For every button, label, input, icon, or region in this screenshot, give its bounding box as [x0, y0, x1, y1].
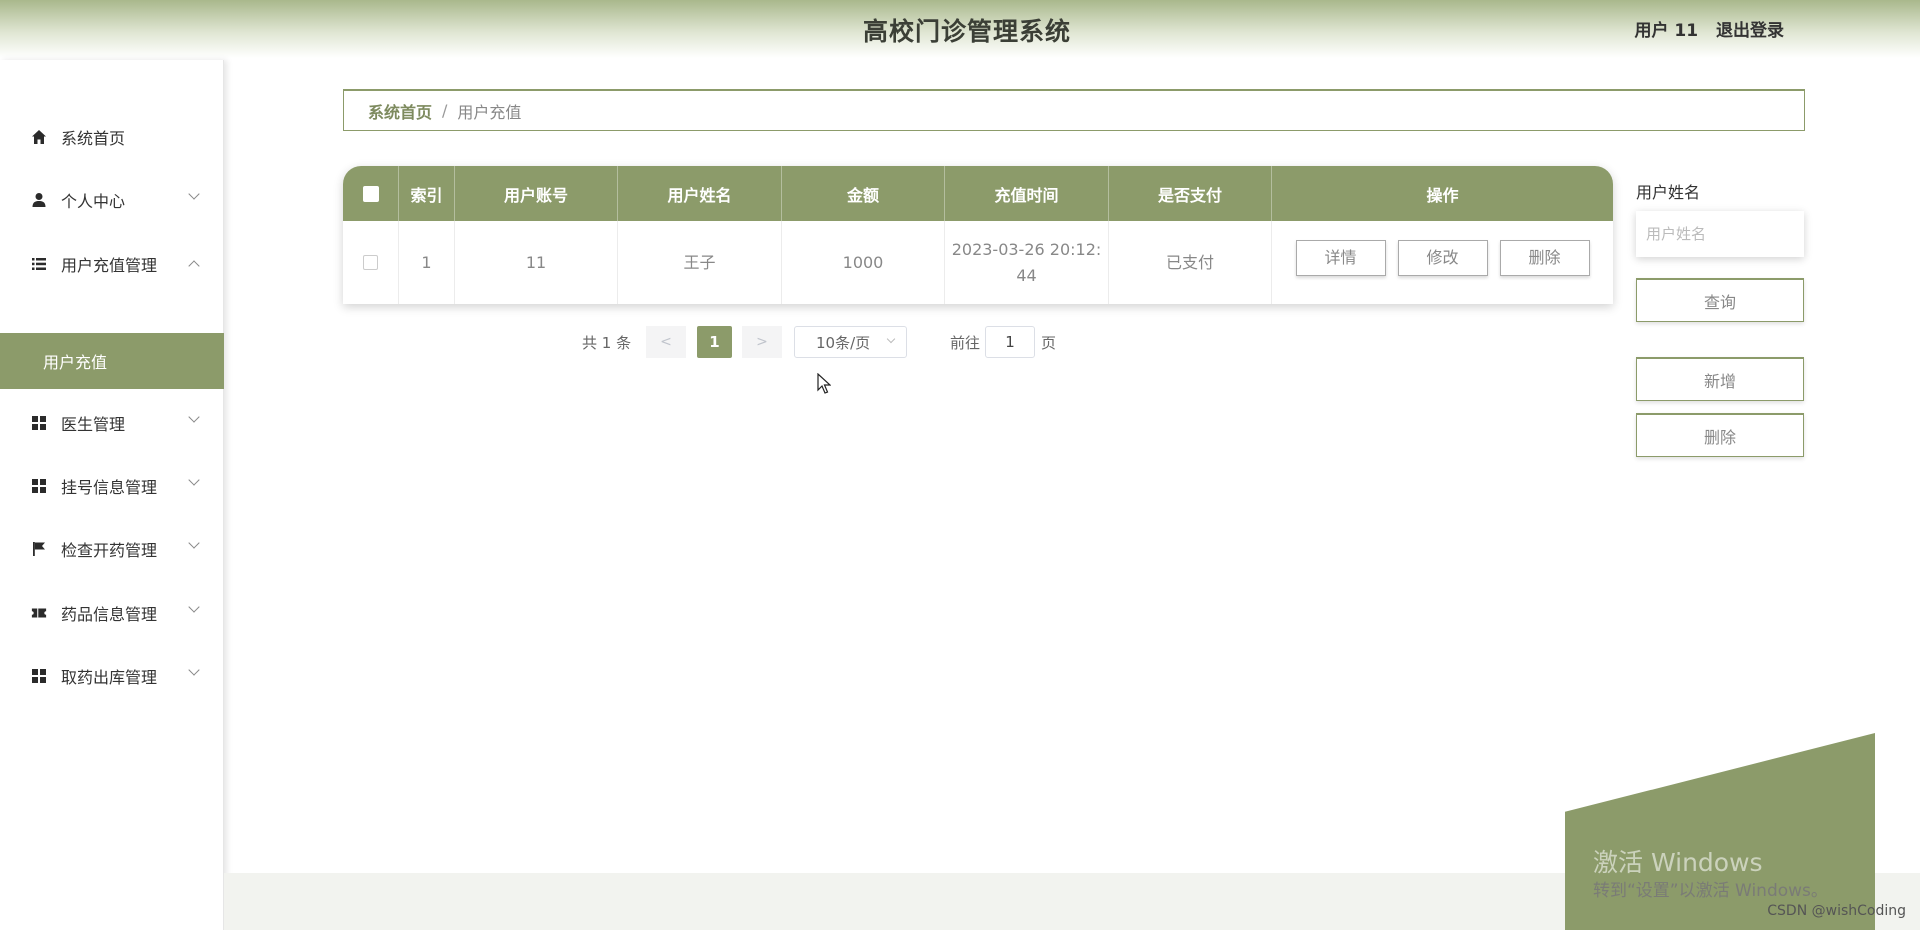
flag-icon	[31, 541, 47, 557]
windows-watermark-subtitle: 转到“设置”以激活 Windows。	[1593, 881, 1828, 901]
sidebar-item-drug[interactable]: 药品信息管理	[0, 593, 224, 633]
sidebar-subitem-recharge[interactable]: 用户充值	[0, 333, 224, 389]
col-header-actions: 操作	[1426, 185, 1459, 205]
col-header-name: 用户姓名	[618, 166, 782, 221]
col-header-amount: 金额	[782, 166, 945, 221]
select-all-cell	[343, 166, 399, 221]
delete-row-button[interactable]: 删除	[1499, 239, 1590, 276]
page-size-select[interactable]: 10条/页	[794, 326, 907, 358]
cell-paid: 已支付	[1109, 221, 1272, 304]
sidebar-item-label: 医生管理	[61, 415, 126, 434]
cell-actions: 详情 修改 删除	[1272, 221, 1613, 304]
pagination-total: 共 1 条	[582, 333, 632, 352]
col-header-paid: 是否支付	[1109, 166, 1272, 221]
col-header-time: 充值时间	[945, 166, 1109, 221]
chevron-down-icon	[188, 474, 202, 492]
mouse-cursor-icon	[817, 372, 832, 399]
grid-icon	[31, 415, 47, 431]
batch-delete-button[interactable]: 删除	[1636, 413, 1804, 457]
col-header-account: 用户账号	[455, 166, 618, 221]
sidebar-item-label: 系统首页	[61, 129, 126, 148]
sidebar-item-label: 取药出库管理	[61, 668, 158, 687]
breadcrumb-current: 用户充值	[457, 102, 522, 122]
col-header-index: 索引	[399, 166, 455, 221]
cell-amount: 1000	[782, 221, 945, 304]
sidebar-item-label: 挂号信息管理	[61, 478, 158, 497]
windows-watermark-title: 激活 Windows	[1593, 848, 1763, 877]
breadcrumb-home[interactable]: 系统首页	[368, 99, 432, 123]
sidebar-item-dispense[interactable]: 取药出库管理	[0, 656, 224, 696]
chevron-down-icon	[188, 664, 202, 682]
sidebar-item-recharge-mgmt[interactable]: 用户充值管理	[0, 244, 224, 284]
goto-label: 前往	[950, 333, 981, 352]
cell-time-line2: 44	[1016, 265, 1037, 285]
goto-suffix: 页	[1041, 333, 1057, 352]
sidebar-item-personal[interactable]: 个人中心	[0, 180, 224, 220]
logout-link[interactable]: 退出登录	[1716, 21, 1784, 41]
grid-icon	[31, 668, 47, 684]
edit-button[interactable]: 修改	[1397, 239, 1488, 276]
page-size-value: 10条/页	[816, 333, 871, 352]
detail-button[interactable]: 详情	[1295, 239, 1386, 276]
user-area: 用户 11 退出登录	[1635, 16, 1785, 41]
sidebar-item-home[interactable]: 系统首页	[0, 117, 224, 157]
cell-account: 11	[455, 221, 618, 304]
next-page-button[interactable]: >	[742, 326, 782, 358]
query-button[interactable]: 查询	[1636, 278, 1804, 322]
recharge-table: 索引 用户账号 用户姓名 金额 充值时间 是否支付 操作 1 11 王子 100…	[343, 166, 1613, 304]
ticket-icon	[31, 605, 47, 621]
sidebar-item-registration[interactable]: 挂号信息管理	[0, 466, 224, 506]
user-icon	[31, 192, 47, 208]
chevron-down-icon	[188, 188, 202, 206]
top-header: 高校门诊管理系统 用户 11 退出登录	[0, 0, 1920, 58]
sidebar-item-label: 个人中心	[61, 192, 126, 211]
row-select-cell	[343, 221, 399, 304]
prev-page-button[interactable]: <	[646, 326, 686, 358]
table-header: 索引 用户账号 用户姓名 金额 充值时间 是否支付 操作	[343, 166, 1613, 221]
sidebar-item-label: 用户充值管理	[61, 256, 158, 275]
chevron-down-icon	[188, 411, 202, 429]
chevron-down-icon	[886, 334, 896, 344]
home-icon	[31, 129, 47, 145]
cell-index: 1	[399, 221, 455, 304]
app-title: 高校门诊管理系统	[862, 17, 1071, 46]
cell-time-line1: 2023-03-26 20:12:	[951, 239, 1102, 259]
row-checkbox[interactable]	[363, 255, 378, 270]
current-page-button[interactable]: 1	[697, 326, 732, 358]
breadcrumb: 系统首页 / 用户充值	[343, 89, 1805, 131]
sidebar-item-exam[interactable]: 检查开药管理	[0, 529, 224, 569]
grid-icon	[31, 478, 47, 494]
goto-page-input[interactable]	[985, 326, 1035, 358]
chevron-up-icon	[188, 258, 202, 272]
search-name-label: 用户姓名	[1636, 183, 1701, 202]
sidebar-item-label: 药品信息管理	[61, 605, 158, 624]
breadcrumb-separator: /	[442, 101, 448, 120]
list-icon	[31, 256, 47, 272]
search-name-input[interactable]	[1636, 211, 1804, 257]
cell-time: 2023-03-26 20:12: 44	[945, 221, 1109, 304]
select-all-checkbox[interactable]	[362, 185, 379, 202]
sidebar-item-doctor[interactable]: 医生管理	[0, 403, 224, 443]
chevron-down-icon	[188, 537, 202, 555]
cell-name: 王子	[618, 221, 782, 304]
sidebar: 系统首页 个人中心 用户充值管理 用户充值 医生管理 挂号信息管理 检查开药管理	[0, 60, 224, 930]
current-user-label: 用户 11	[1634, 21, 1699, 41]
table-row: 1 11 王子 1000 2023-03-26 20:12: 44 已支付 详情…	[343, 221, 1613, 304]
chevron-down-icon	[188, 601, 202, 619]
sidebar-item-label: 检查开药管理	[61, 541, 158, 560]
csdn-credit: CSDN @wishCoding	[1767, 903, 1906, 919]
add-button[interactable]: 新增	[1636, 357, 1804, 401]
